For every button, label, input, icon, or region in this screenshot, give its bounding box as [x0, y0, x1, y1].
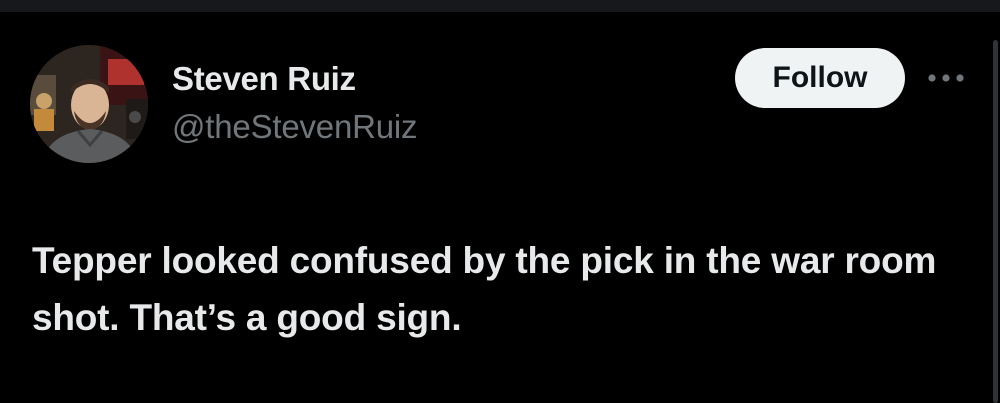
- scrollbar[interactable]: [993, 40, 998, 403]
- follow-button-label: Follow: [772, 61, 868, 94]
- more-options-button[interactable]: [924, 60, 968, 96]
- author-handle[interactable]: @theStevenRuiz: [172, 108, 418, 146]
- more-horizontal-icon: [928, 74, 964, 82]
- top-bar: [0, 0, 1000, 12]
- author-display-name[interactable]: Steven Ruiz: [172, 60, 356, 98]
- profile-photo-icon: [30, 45, 148, 163]
- follow-button[interactable]: Follow: [735, 48, 905, 108]
- post-text: Tepper looked confused by the pick in th…: [32, 240, 937, 338]
- avatar[interactable]: [30, 45, 148, 163]
